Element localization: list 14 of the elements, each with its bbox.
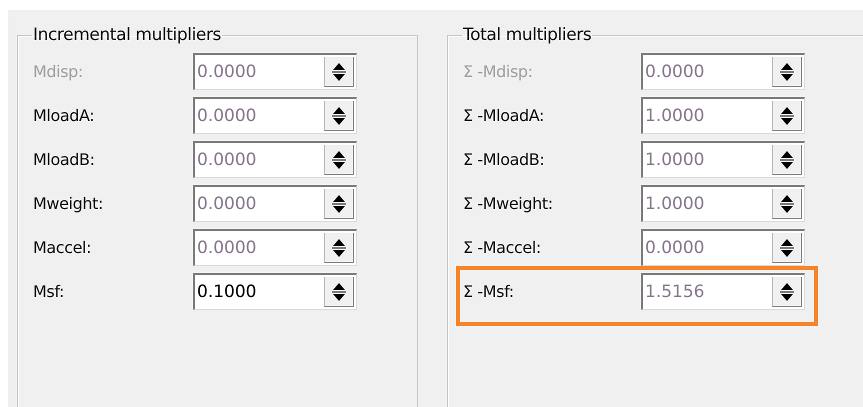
field-label: Σ -Mdisp: — [462, 62, 534, 81]
field-label: Σ -Maccel: — [462, 238, 542, 257]
group-title: Incremental multipliers — [32, 25, 222, 45]
field-label: Msf: — [32, 282, 65, 301]
field-label: Mweight: — [32, 194, 104, 213]
field-label: MloadB: — [32, 150, 96, 169]
field-label: Σ -Mweight: — [462, 194, 554, 213]
field-label: Mdisp: — [32, 62, 84, 81]
field-label: Maccel: — [32, 238, 92, 257]
field-label: Σ -Msf: — [462, 282, 515, 301]
field-label: Σ -MloadB: — [462, 150, 546, 169]
field-label: Σ -MloadA: — [462, 106, 546, 125]
group-title: Total multipliers — [462, 25, 592, 45]
field-label: MloadA: — [32, 106, 96, 125]
